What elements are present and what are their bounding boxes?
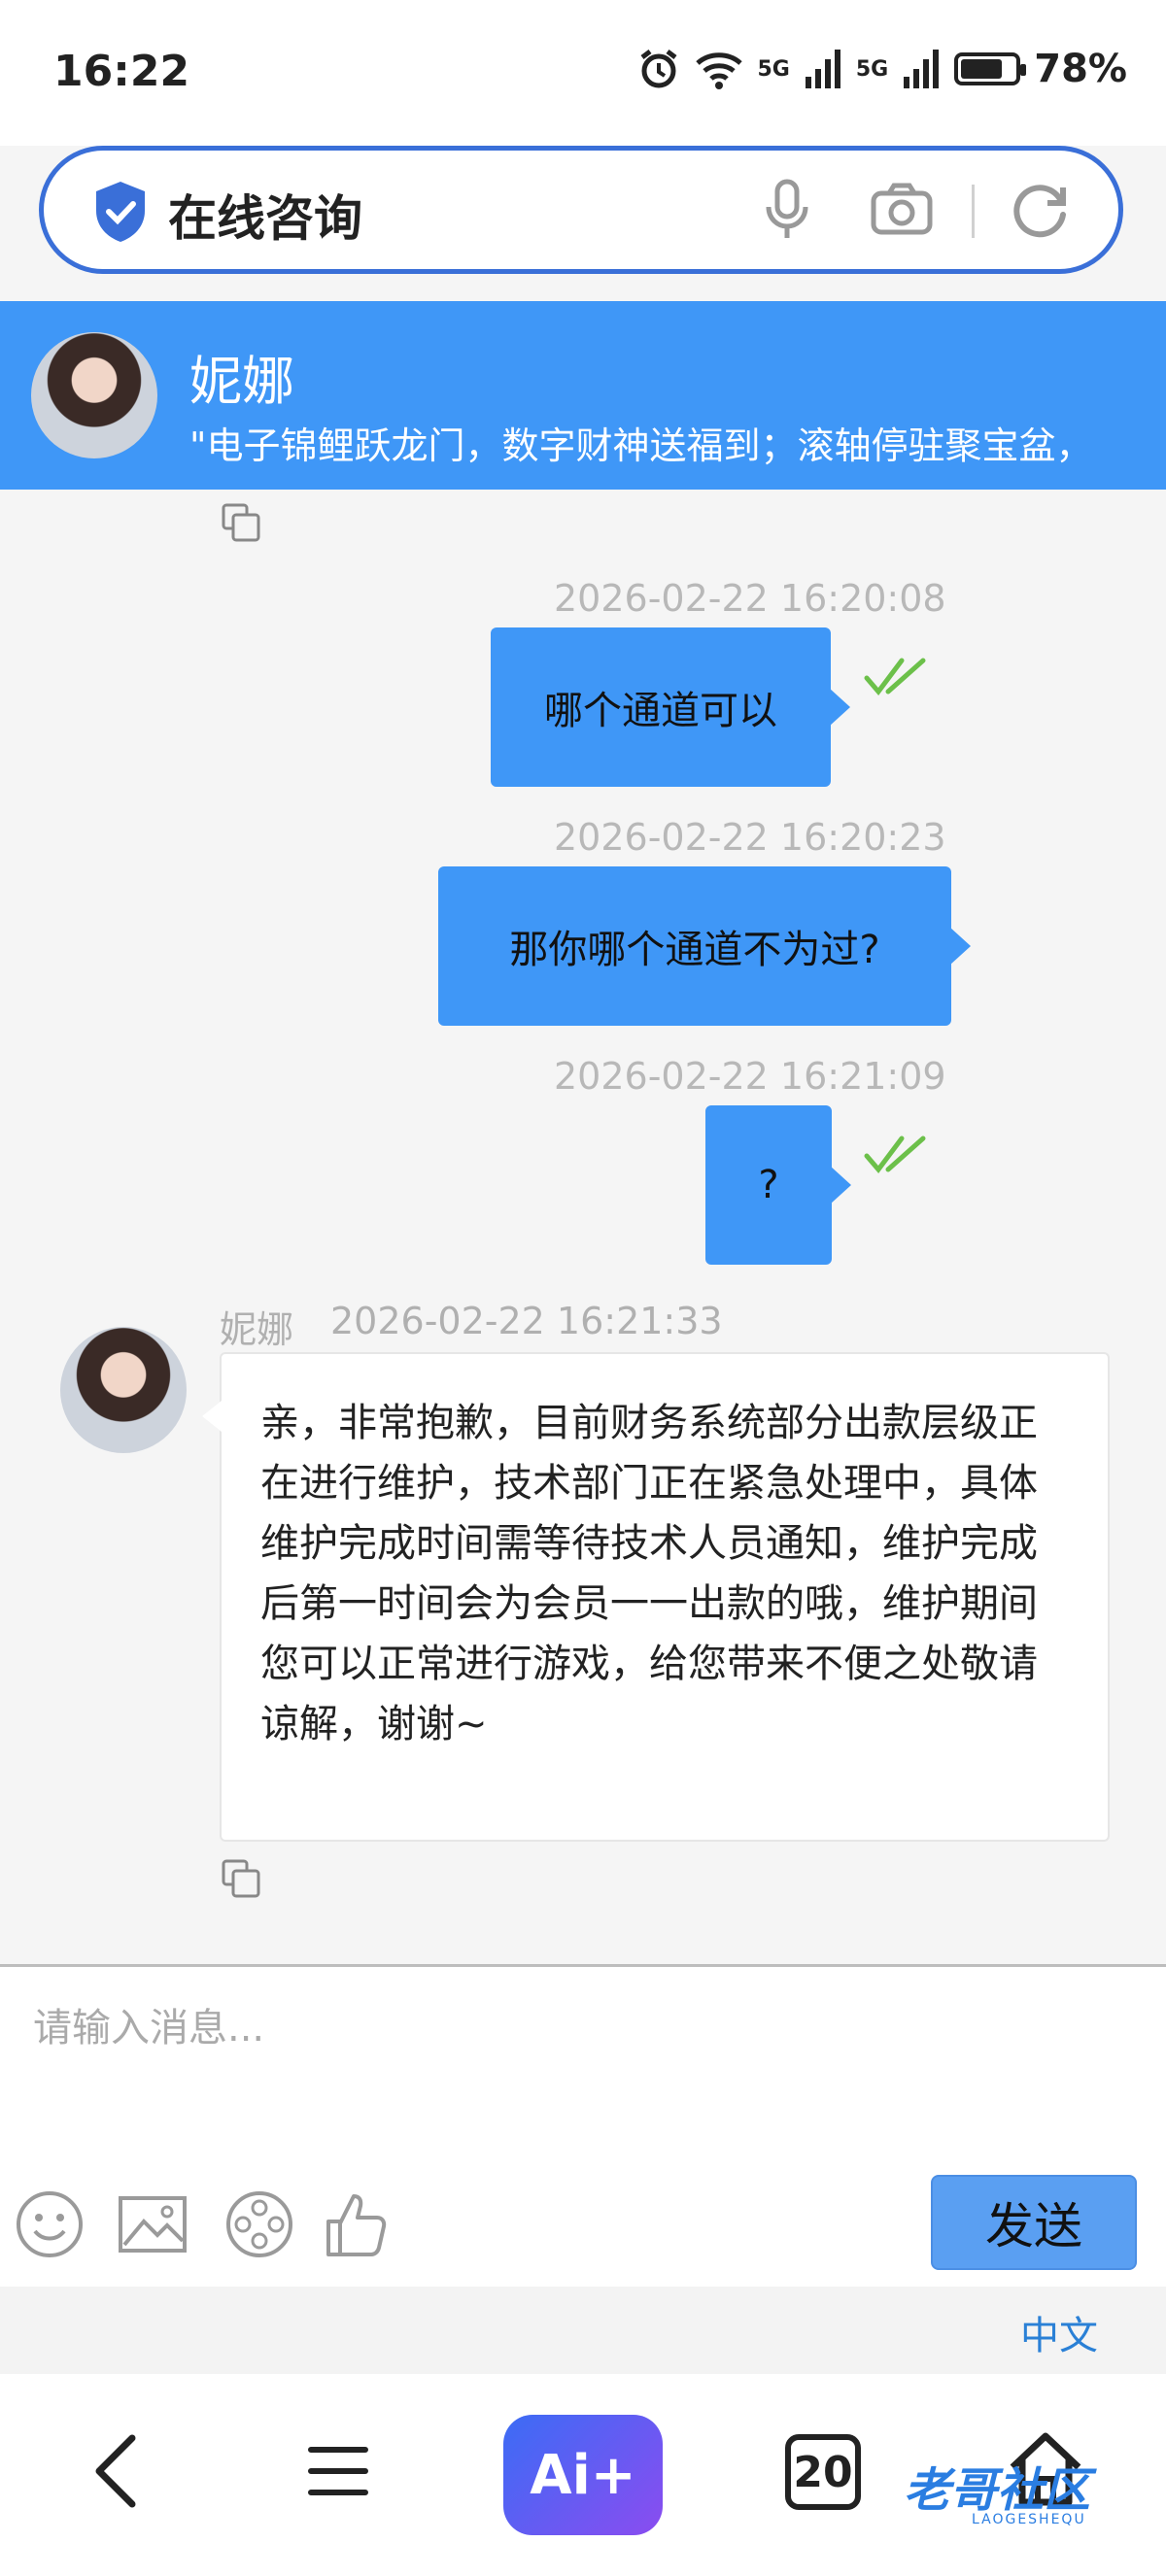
search-title: 在线咨询 — [168, 190, 362, 247]
status-icons: 5G 5G 78% — [637, 47, 1127, 91]
outgoing-message[interactable]: 哪个通道可以 — [491, 627, 850, 787]
announcement-marquee: "电子锦鲤跃龙门，数字财神送福到；滚轴停驻聚宝盆， — [189, 424, 1093, 467]
signal-icon — [904, 50, 940, 88]
refresh-icon[interactable] — [1011, 180, 1071, 240]
image-icon[interactable] — [117, 2188, 189, 2260]
send-button[interactable]: 发送 — [931, 2175, 1137, 2270]
shield-check-icon — [96, 182, 145, 242]
chat-header: 妮娜 "电子锦鲤跃龙门，数字财神送福到；滚轴停驻聚宝盆， — [0, 301, 1166, 490]
camera-icon[interactable] — [870, 182, 934, 236]
battery-icon — [954, 52, 1027, 85]
video-reel-icon[interactable] — [223, 2188, 295, 2260]
microphone-icon[interactable] — [763, 178, 811, 242]
message-text: 亲，非常抱歉，目前财务系统部分出款层级正在进行维护，技术部门正在紧急处理中，具体… — [260, 1401, 1038, 1746]
incoming-message[interactable]: 亲，非常抱歉，目前财务系统部分出款层级正在进行维护，技术部门正在紧急处理中，具体… — [202, 1352, 1110, 1842]
search-divider — [972, 185, 975, 238]
bottom-nav: Ai+ 20 老哥社区 LAOGESHEQU — [0, 2374, 1166, 2576]
agent-avatar[interactable] — [60, 1327, 187, 1453]
language-switch[interactable]: 中文 — [1020, 2304, 1098, 2360]
message-text: 那你哪个通道不为过? — [509, 928, 880, 972]
chat-messages[interactable]: 2026-02-22 16:20:08 哪个通道可以 2026-02-22 16… — [0, 490, 1166, 1966]
agent-avatar[interactable] — [31, 332, 157, 458]
message-composer: 请输入消息... 发送 — [0, 1964, 1166, 2289]
read-check-icon — [864, 1135, 926, 1173]
search-bar[interactable]: 在线咨询 — [39, 146, 1123, 274]
alarm-icon — [640, 50, 676, 88]
status-time: 16:22 — [53, 47, 190, 96]
ai-assistant-button[interactable]: Ai+ — [503, 2415, 663, 2535]
thumbs-up-icon[interactable] — [321, 2188, 393, 2260]
sender-name: 妮娜 — [220, 1308, 294, 1351]
status-bar: 16:22 5G 5G 78% — [0, 0, 1166, 146]
message-time: 2026-02-22 16:21:09 — [554, 1055, 946, 1098]
menu-icon[interactable] — [307, 2440, 369, 2502]
message-time: 2026-02-22 16:20:08 — [554, 577, 946, 620]
agent-name: 妮娜 — [189, 351, 294, 412]
message-input[interactable]: 请输入消息... — [33, 1996, 264, 2052]
network-type-1: 5G — [757, 56, 790, 82]
outgoing-message[interactable]: ? — [705, 1105, 851, 1265]
network-type-2: 5G — [855, 56, 889, 82]
message-time: 2026-02-22 16:20:23 — [554, 816, 946, 859]
back-icon[interactable] — [89, 2432, 140, 2510]
battery-percent: 78% — [1034, 47, 1127, 91]
message-text: ? — [758, 1163, 779, 1207]
watermark-subtitle: LAOGESHEQU — [972, 2512, 1086, 2527]
language-bar: 中文 — [0, 2287, 1166, 2374]
copy-icon[interactable] — [220, 1857, 262, 1900]
message-time: 2026-02-22 16:21:33 — [330, 1300, 723, 1342]
message-text: 哪个通道可以 — [544, 689, 777, 733]
watermark-logo: 老哥社区 — [904, 2463, 1091, 2518]
battery-level — [961, 59, 1003, 79]
tabs-button[interactable]: 20 — [785, 2434, 861, 2510]
signal-icon — [805, 50, 840, 88]
emoji-icon[interactable] — [14, 2188, 86, 2260]
wifi-icon — [695, 52, 742, 89]
outgoing-message[interactable]: 那你哪个通道不为过? — [438, 866, 971, 1026]
copy-icon[interactable] — [220, 501, 262, 544]
read-check-icon — [864, 658, 926, 695]
